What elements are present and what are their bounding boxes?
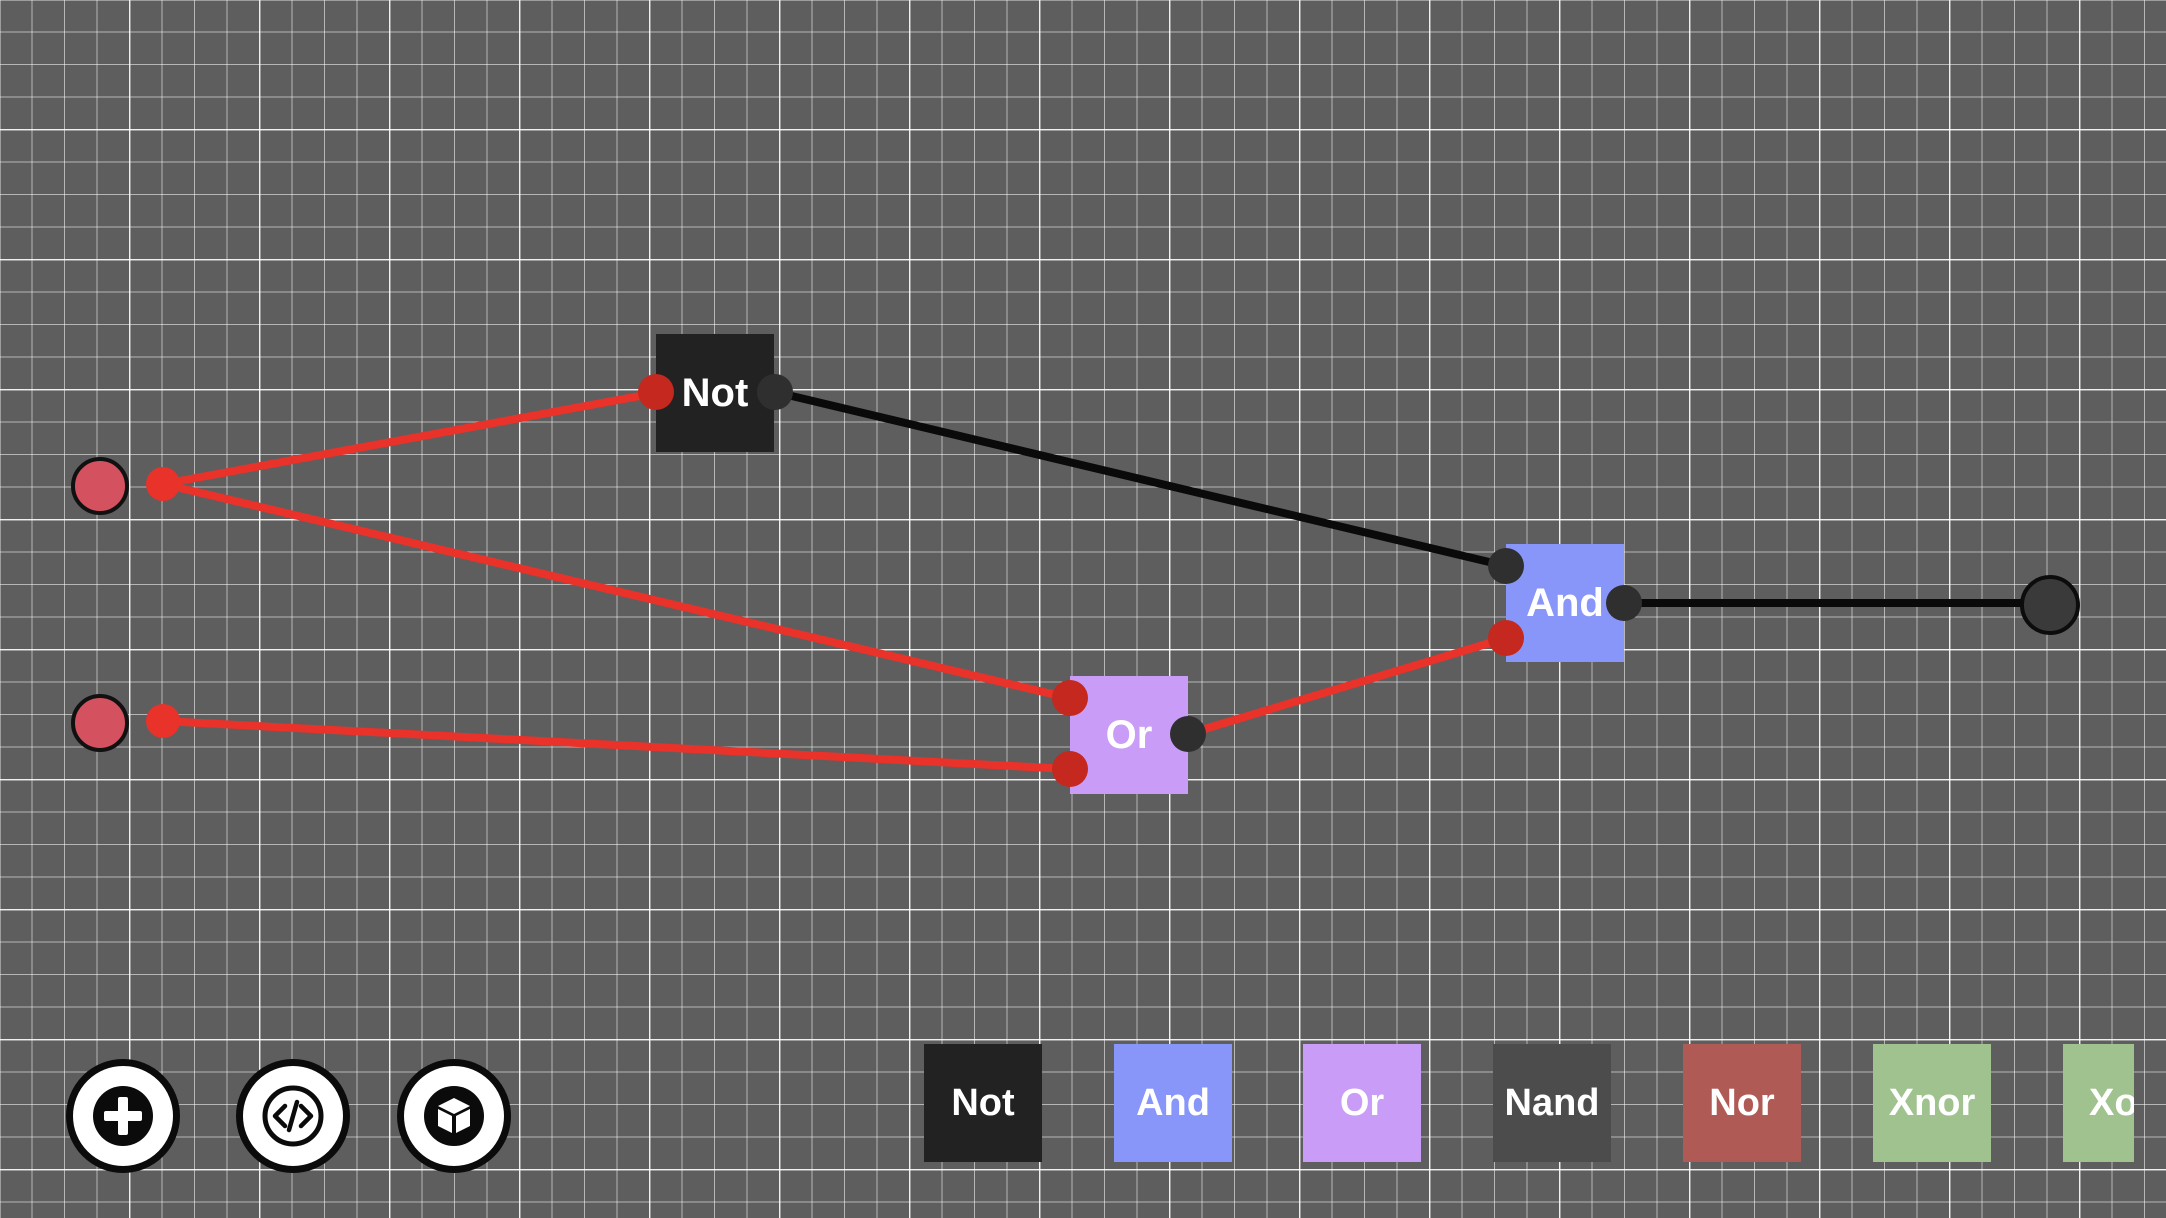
gate-and-output-pin[interactable] <box>1606 585 1642 621</box>
output-node[interactable] <box>2020 575 2080 635</box>
wire-not-and[interactable] <box>771 388 1510 570</box>
gate-and-input-pin-2[interactable] <box>1488 620 1524 656</box>
palette-or[interactable]: Or <box>1303 1044 1421 1162</box>
add-button[interactable] <box>66 1059 180 1173</box>
input-node-1[interactable] <box>71 457 129 515</box>
palette-nand-label: Nand <box>1504 1081 1600 1124</box>
plus-icon <box>93 1086 153 1146</box>
input-node-2-pin[interactable] <box>146 704 180 738</box>
gate-and-input-pin-1[interactable] <box>1488 548 1524 584</box>
wires-layer <box>159 388 2050 773</box>
palette-xnor-label: Xnor <box>1888 1081 1976 1124</box>
wire-input1-not[interactable] <box>159 389 660 488</box>
gate-not-output-pin[interactable] <box>757 374 793 410</box>
gate-or-output-pin[interactable] <box>1170 716 1206 752</box>
wire-input2-or[interactable] <box>159 717 1073 773</box>
input-node-2[interactable] <box>71 694 129 752</box>
palette-not[interactable]: Not <box>924 1044 1042 1162</box>
palette-xor[interactable]: Xor <box>2063 1044 2134 1162</box>
gate-not-label: Not <box>681 370 749 415</box>
gate-not-input-pin[interactable] <box>638 374 674 410</box>
component-button[interactable] <box>397 1059 511 1173</box>
palette-not-label: Not <box>951 1081 1015 1124</box>
palette-and[interactable]: And <box>1114 1044 1232 1162</box>
palette-and-label: And <box>1136 1081 1210 1124</box>
palette-nor[interactable]: Nor <box>1683 1044 1801 1162</box>
cube-icon <box>424 1086 484 1146</box>
palette-xnor[interactable]: Xnor <box>1873 1044 1991 1162</box>
gate-and-label: And <box>1526 580 1604 625</box>
gate-or-input-pin-1[interactable] <box>1052 680 1088 716</box>
palette-xor-label: Xor <box>2089 1081 2134 1124</box>
gate-or-input-pin-2[interactable] <box>1052 751 1088 787</box>
wire-or-and[interactable] <box>1184 634 1510 738</box>
code-button[interactable] <box>236 1059 350 1173</box>
palette-or-label: Or <box>1339 1081 1385 1124</box>
code-icon <box>262 1085 324 1147</box>
palette-nand[interactable]: Nand <box>1493 1044 1611 1162</box>
input-node-1-pin[interactable] <box>146 467 180 501</box>
gate-or-label: Or <box>1105 712 1153 757</box>
palette-nor-label: Nor <box>1709 1081 1775 1124</box>
wire-input1-or[interactable] <box>159 480 1073 702</box>
